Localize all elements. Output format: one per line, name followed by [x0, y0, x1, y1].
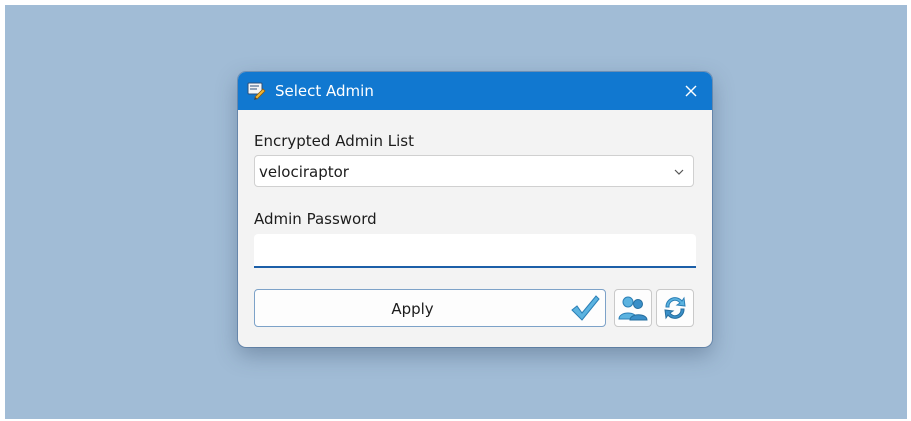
- chevron-down-icon: [674, 169, 684, 175]
- apply-button[interactable]: Apply: [254, 289, 606, 327]
- refresh-icon: [664, 296, 686, 320]
- refresh-button[interactable]: [656, 289, 694, 327]
- admin-list-select[interactable]: velociraptor: [254, 155, 694, 187]
- edit-document-icon: [246, 80, 266, 100]
- title-bar: Select Admin: [238, 72, 712, 110]
- close-icon: [685, 85, 697, 97]
- users-button[interactable]: [614, 289, 652, 327]
- admin-password-field[interactable]: [254, 234, 696, 268]
- users-icon: [618, 296, 648, 321]
- apply-button-label: Apply: [391, 300, 434, 318]
- admin-list-label: Encrypted Admin List: [254, 132, 414, 150]
- window-title: Select Admin: [275, 82, 374, 100]
- admin-list-selected-value: velociraptor: [259, 163, 349, 181]
- checkmark-icon: [571, 295, 600, 321]
- admin-password-label: Admin Password: [254, 210, 377, 228]
- select-admin-dialog: Select Admin Encrypted Admin List veloci…: [238, 72, 712, 347]
- close-button[interactable]: [678, 78, 704, 104]
